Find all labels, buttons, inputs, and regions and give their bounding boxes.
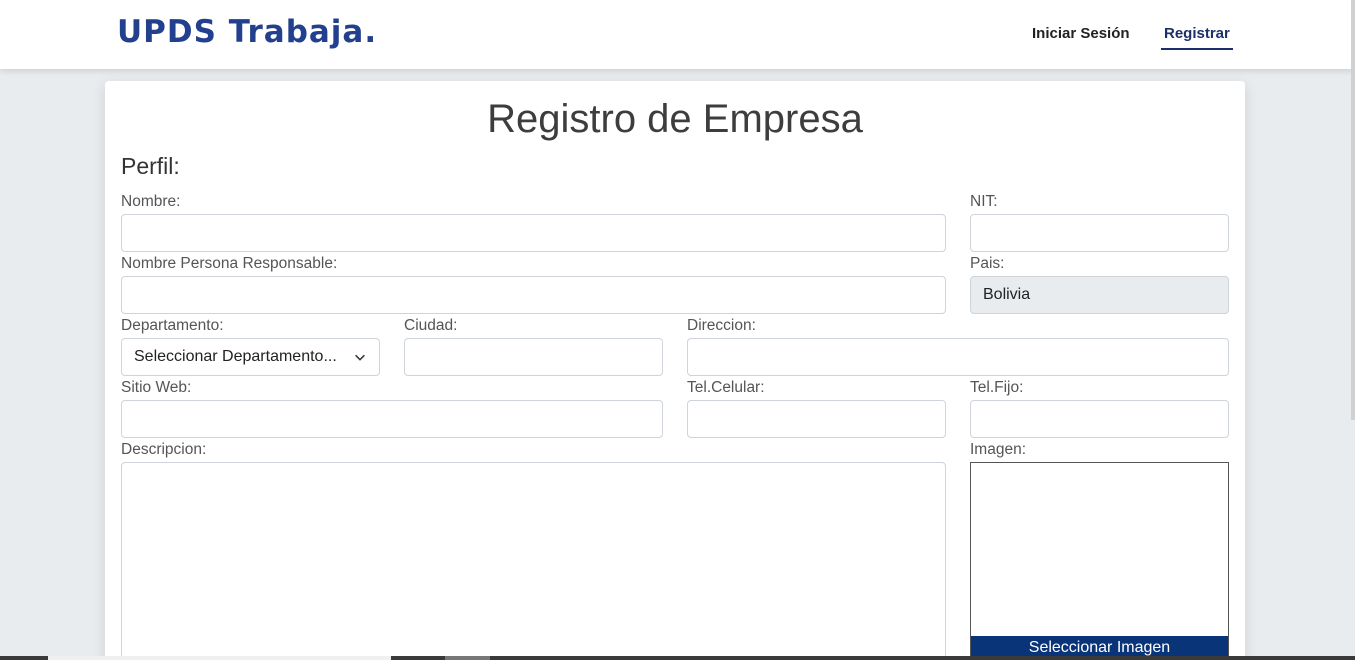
ciudad-input[interactable] <box>404 338 663 376</box>
pais-field: Bolivia <box>970 276 1229 314</box>
nombre-label: Nombre: <box>121 193 181 210</box>
descripcion-textarea[interactable] <box>121 462 946 660</box>
chevron-down-icon <box>355 354 365 361</box>
imagen-label: Imagen: <box>970 441 1027 458</box>
section-title: Perfil: <box>121 153 180 179</box>
page-title: Registro de Empresa <box>487 97 863 141</box>
scrollbar[interactable] <box>1351 0 1355 420</box>
descripcion-label: Descripcion: <box>121 441 207 458</box>
direccion-input[interactable] <box>687 338 1229 376</box>
active-nav-underline <box>1161 48 1233 50</box>
responsable-input[interactable] <box>121 276 946 314</box>
nit-input[interactable] <box>970 214 1229 252</box>
departamento-label: Departamento: <box>121 317 224 334</box>
bottom-bar-segment <box>48 656 391 660</box>
login-link[interactable]: Iniciar Sesión <box>1032 25 1130 42</box>
register-link[interactable]: Registrar <box>1164 25 1230 42</box>
responsable-label: Nombre Persona Responsable: <box>121 255 338 272</box>
image-preview <box>970 462 1229 660</box>
celular-label: Tel.Celular: <box>687 379 765 396</box>
departamento-select[interactable]: Seleccionar Departamento... <box>121 338 380 376</box>
nit-label: NIT: <box>970 193 998 210</box>
fijo-label: Tel.Fijo: <box>970 379 1024 396</box>
sitio-web-input[interactable] <box>121 400 663 438</box>
navbar: UPDS Trabaja. Iniciar Sesión Registrar <box>0 0 1355 69</box>
nombre-input[interactable] <box>121 214 946 252</box>
direccion-label: Direccion: <box>687 317 756 334</box>
departamento-value: Seleccionar Departamento... <box>134 348 337 365</box>
pais-label: Pais: <box>970 255 1005 272</box>
bottom-bar-segment <box>445 656 490 660</box>
celular-input[interactable] <box>687 400 946 438</box>
brand-logo[interactable]: UPDS Trabaja. <box>117 14 377 50</box>
ciudad-label: Ciudad: <box>404 317 458 334</box>
pais-value: Bolivia <box>983 286 1031 303</box>
sitio-web-label: Sitio Web: <box>121 379 192 396</box>
bottom-bar <box>0 656 1355 660</box>
fijo-input[interactable] <box>970 400 1229 438</box>
